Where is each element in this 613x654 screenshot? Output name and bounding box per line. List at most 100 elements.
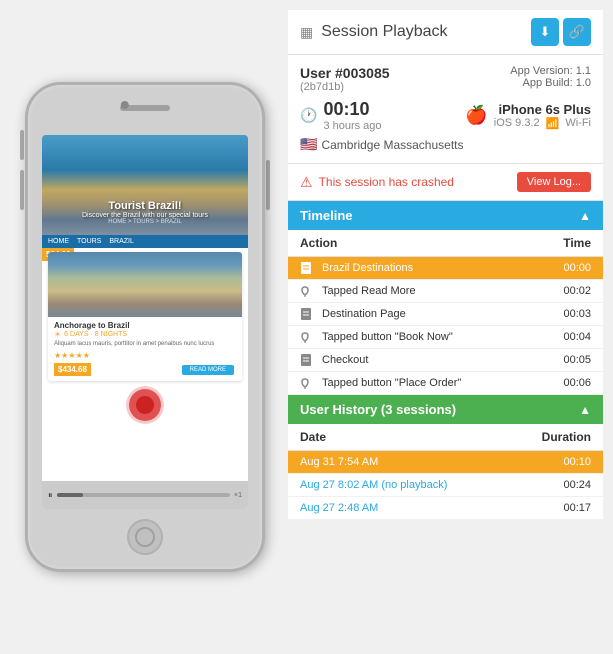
timeline-row[interactable]: Tapped Read More00:02: [288, 280, 603, 303]
hero-nav: HOME > TOURS > BRAZIL: [42, 219, 248, 225]
history-rows: Aug 31 7:54 AM00:10Aug 27 8:02 AM (no pl…: [288, 451, 603, 520]
apple-icon: 🍎: [465, 105, 487, 126]
screen-nav: HOME TOURS BRAZIL: [42, 235, 248, 248]
row-time-text: 00:05: [546, 354, 591, 366]
timeline-toggle[interactable]: ▲: [579, 209, 591, 223]
record-inner: [136, 396, 154, 414]
hero-subtitle: Discover the Brazil with our special tou…: [42, 212, 248, 219]
playback-bar: ⏸ ×1: [42, 481, 248, 509]
user-top-row: User #003085 (2b7d1b) App Version: 1.1 A…: [300, 65, 591, 93]
screen-hero: Tourist Brazil! Discover the Brazil with…: [42, 135, 248, 235]
hero-title: Tourist Brazil!: [42, 200, 248, 212]
home-button[interactable]: [127, 519, 163, 555]
nav-home: HOME: [48, 238, 69, 245]
session-panel: ▦ Session Playback ⬇ 🔗 User #003085 (2b7…: [280, 10, 603, 644]
phone-mockup: Tourist Brazil! Discover the Brazil with…: [10, 10, 280, 644]
location-text: Cambridge Massachusetts: [321, 138, 463, 152]
row-time-text: 00:00: [546, 262, 591, 274]
timeline-title: Timeline: [300, 208, 353, 223]
location-row: 🇺🇸 Cambridge Massachusetts: [300, 136, 591, 153]
history-duration: 00:17: [526, 502, 591, 514]
history-date: Aug 27 8:02 AM (no playback): [300, 479, 526, 491]
timeline-table-header: Action Time: [288, 230, 603, 257]
timeline-table: Action Time Brazil Destinations00:00Tapp…: [288, 230, 603, 395]
card-desc: Aliquam lacus mauris, porttitor in amet …: [54, 341, 236, 349]
timeline-row[interactable]: Destination Page00:03: [288, 303, 603, 326]
card-body: Anchorage to Brazil ☀ 6 DAYS · 8 NIGHTS …: [48, 317, 242, 381]
history-date: Aug 31 7:54 AM: [300, 456, 526, 468]
history-row[interactable]: Aug 27 2:48 AM00:17: [288, 497, 603, 520]
wifi-label: Wi-Fi: [565, 117, 591, 129]
user-history-section: User History (3 sessions) ▲ Date Duratio…: [288, 395, 603, 520]
view-log-button[interactable]: View Log...: [517, 172, 591, 192]
ios-version: iOS 9.3.2: [494, 117, 540, 129]
card-stars: ★★★★★: [54, 351, 236, 360]
phone-mute-button: [20, 130, 24, 160]
screen-card: Anchorage to Brazil ☀ 6 DAYS · 8 NIGHTS …: [48, 252, 242, 381]
card-image: [48, 252, 242, 317]
crash-message: This session has crashed: [319, 175, 454, 189]
timeline-row[interactable]: Checkout00:05: [288, 349, 603, 372]
share-button[interactable]: 🔗: [563, 18, 591, 46]
timeline-rows: Brazil Destinations00:00Tapped Read More…: [288, 257, 603, 395]
col-duration-header: Duration: [526, 430, 591, 444]
history-toggle[interactable]: ▲: [579, 403, 591, 417]
col-time-header: Time: [546, 236, 591, 250]
page-icon: [300, 262, 316, 274]
user-id-block: User #003085 (2b7d1b): [300, 65, 390, 93]
device-block: 🍎 iPhone 6s Plus iOS 9.3.2 📶 Wi-Fi: [465, 102, 591, 130]
film-icon: ▦: [300, 24, 313, 41]
timeline-row[interactable]: Brazil Destinations00:00: [288, 257, 603, 280]
download-button[interactable]: ⬇: [531, 18, 559, 46]
row-action-text: Brazil Destinations: [322, 262, 546, 274]
phone-frame: Tourist Brazil! Discover the Brazil with…: [25, 82, 265, 572]
history-row[interactable]: Aug 31 7:54 AM00:10: [288, 451, 603, 474]
duration-block: 🕐 00:10 3 hours ago: [300, 99, 382, 132]
timeline-row[interactable]: Tapped button "Place Order"00:06: [288, 372, 603, 395]
progress-fill: [57, 493, 83, 497]
tap-icon: [300, 331, 316, 343]
row-time-text: 00:02: [546, 285, 591, 297]
duration-time: 00:10: [323, 99, 381, 120]
time-ago: 3 hours ago: [323, 120, 381, 132]
hero-text: Tourist Brazil! Discover the Brazil with…: [42, 200, 248, 225]
tap-icon: [300, 285, 316, 297]
row-action-text: Tapped Read More: [322, 285, 546, 297]
history-title: User History (3 sessions): [300, 402, 456, 417]
panel-header: ▦ Session Playback ⬇ 🔗: [288, 10, 603, 55]
col-action-header: Action: [300, 236, 546, 250]
flag-icon: 🇺🇸: [300, 136, 317, 153]
page-icon: [300, 308, 316, 320]
read-more-button[interactable]: READ MORE: [182, 365, 234, 375]
progress-track[interactable]: [57, 493, 231, 497]
app-info-block: App Version: 1.1 App Build: 1.0: [510, 65, 591, 93]
panel-title: Session Playback: [321, 23, 523, 41]
history-row[interactable]: Aug 27 8:02 AM (no playback)00:24: [288, 474, 603, 497]
row-action-text: Checkout: [322, 354, 546, 366]
phone-volume-button: [20, 170, 24, 210]
card-price-2: $434.68: [54, 363, 91, 376]
record-button[interactable]: [126, 386, 164, 424]
header-actions: ⬇ 🔗: [531, 18, 591, 46]
user-info: User #003085 (2b7d1b) App Version: 1.1 A…: [288, 55, 603, 164]
user-sub-id: (2b7d1b): [300, 81, 390, 93]
play-button[interactable]: ⏸: [48, 490, 53, 501]
nav-brazil: BRAZIL: [109, 238, 134, 245]
history-section-header: User History (3 sessions) ▲: [288, 395, 603, 424]
session-meta: 🕐 00:10 3 hours ago 🍎 iPhone 6s Plus iOS…: [300, 99, 591, 132]
page-icon: [300, 354, 316, 366]
history-table-header: Date Duration: [288, 424, 603, 451]
card-days: ☀ 6 DAYS · 8 NIGHTS: [54, 330, 236, 339]
clock-icon: 🕐: [300, 107, 317, 124]
history-duration: 00:10: [526, 456, 591, 468]
app-version: App Version: 1.1: [510, 65, 591, 77]
user-id: User #003085: [300, 65, 390, 81]
tap-icon: [300, 377, 316, 389]
crash-icon: ⚠: [300, 174, 313, 191]
row-time-text: 00:04: [546, 331, 591, 343]
nav-tours: TOURS: [77, 238, 101, 245]
timeline-row[interactable]: Tapped button "Book Now"00:04: [288, 326, 603, 349]
phone-power-button: [266, 160, 270, 210]
row-action-text: Tapped button "Book Now": [322, 331, 546, 343]
card-title: Anchorage to Brazil: [54, 321, 236, 330]
